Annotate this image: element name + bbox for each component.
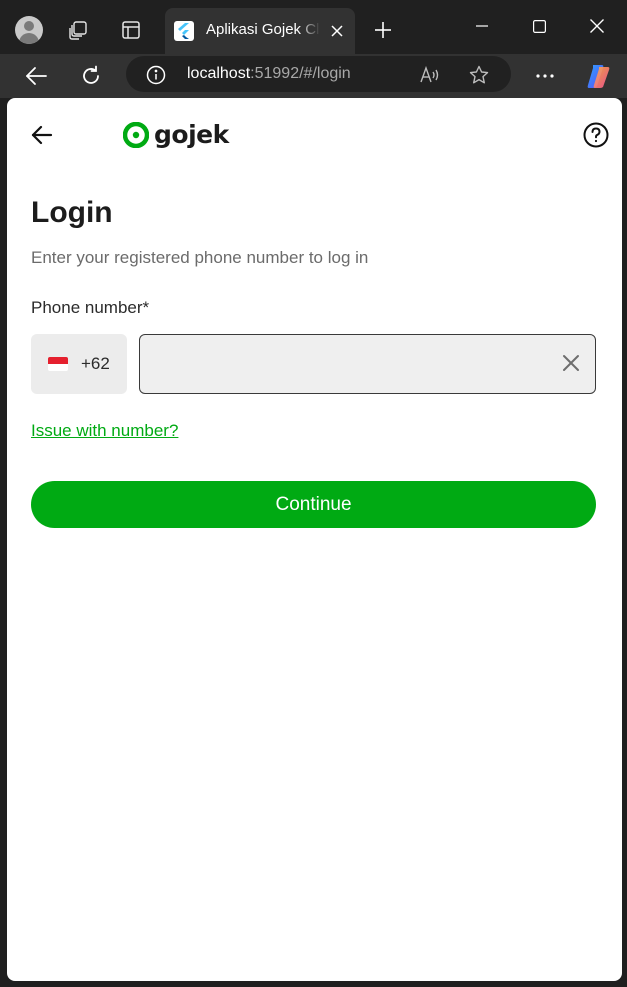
refresh-icon[interactable] [77,62,105,90]
favorite-star-icon[interactable] [468,64,490,86]
phone-number-label: Phone number* [31,298,150,317]
profile-avatar-icon[interactable] [15,16,43,44]
page-subtitle: Enter your registered phone number to lo… [31,248,369,267]
back-arrow-icon[interactable] [29,122,55,148]
page-viewport: gojek Login Enter your registered phone … [7,98,622,981]
logo-text: gojek [154,120,229,149]
address-bar[interactable]: localhost:51992/#/login [126,56,511,92]
minimize-icon[interactable] [467,14,497,38]
copilot-icon[interactable] [584,62,612,90]
dial-code: +62 [81,354,110,373]
url-host: localhost [187,65,251,82]
gojek-logo: gojek [123,120,229,150]
active-tab[interactable]: Aplikasi Gojek Clone [165,8,355,54]
phone-number-input[interactable] [152,335,546,394]
tab-title: Aplikasi Gojek Clone [206,21,320,38]
browser-back-icon[interactable] [22,62,50,90]
maximize-icon[interactable] [524,14,554,38]
tab-actions-icon[interactable] [119,18,143,42]
url-text: localhost:51992/#/login [187,65,351,83]
window-close-icon[interactable] [582,14,612,38]
flutter-favicon-icon [174,21,194,41]
workspaces-icon[interactable] [66,18,90,42]
browser-tab-strip: Aplikasi Gojek Clone [0,0,627,54]
page-title: Login [31,196,113,229]
tab-close-icon[interactable] [327,21,347,41]
read-aloud-icon[interactable] [419,64,441,86]
indonesia-flag-icon [48,357,68,371]
phone-number-field [139,334,596,394]
url-path: :51992/#/login [250,65,351,82]
new-tab-plus-icon[interactable] [372,19,394,41]
clear-input-icon[interactable] [559,351,583,375]
gojek-logo-mark-icon [123,122,149,148]
issue-with-number-link[interactable]: Issue with number? [31,421,178,441]
help-circle-icon[interactable] [582,121,610,149]
continue-button[interactable]: Continue [31,481,596,528]
country-code-selector[interactable]: +62 [31,334,127,394]
more-horizontal-icon[interactable] [533,66,557,86]
browser-toolbar: localhost:51992/#/login [0,54,627,98]
info-icon[interactable] [146,65,166,85]
